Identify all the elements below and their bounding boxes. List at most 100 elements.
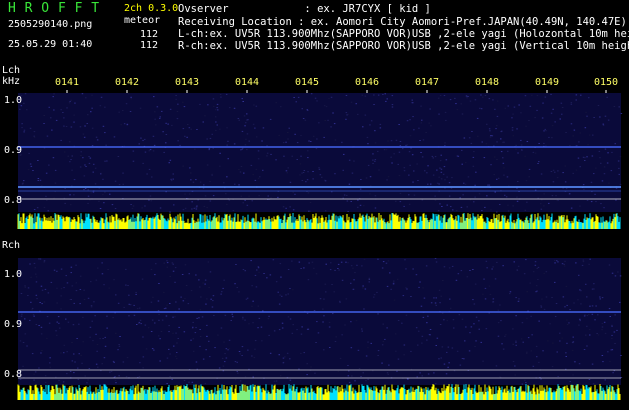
noise-speck	[494, 156, 496, 158]
noise-speck	[256, 269, 258, 271]
noise-speck	[601, 297, 604, 299]
noise-speck	[129, 304, 132, 306]
noise-speck	[461, 163, 463, 165]
noise-speck	[109, 193, 111, 195]
noise-speck	[609, 316, 611, 317]
noise-speck	[617, 271, 619, 273]
noise-speck	[82, 341, 84, 343]
noise-speck	[153, 144, 156, 146]
noise-speck	[172, 270, 175, 272]
noise-speck	[480, 108, 483, 110]
noise-speck	[31, 353, 34, 355]
noise-speck	[227, 158, 229, 160]
noise-speck	[62, 381, 65, 383]
noise-speck	[38, 258, 40, 260]
noise-speck	[142, 336, 144, 338]
noise-speck	[593, 288, 595, 290]
noise-speck	[44, 381, 47, 383]
noise-speck	[306, 110, 309, 111]
noise-speck	[534, 117, 536, 119]
noise-speck	[360, 179, 362, 180]
noise-speck	[408, 151, 411, 153]
noise-speck	[417, 180, 419, 181]
noise-speck	[583, 349, 586, 350]
noise-speck	[112, 317, 114, 319]
noise-speck	[106, 160, 108, 162]
noise-speck	[253, 357, 256, 359]
noise-speck	[440, 168, 443, 170]
noise-speck	[282, 357, 285, 359]
noise-speck	[32, 314, 35, 316]
noise-speck	[322, 321, 324, 323]
noise-speck	[534, 264, 537, 266]
noise-speck	[302, 172, 305, 173]
noise-speck	[391, 106, 394, 108]
noise-speck	[219, 152, 221, 154]
noise-speck	[425, 265, 428, 267]
noise-speck	[474, 283, 477, 285]
noise-speck	[561, 263, 564, 265]
noise-speck	[597, 314, 599, 316]
noise-speck	[43, 123, 45, 124]
noise-speck	[572, 336, 574, 338]
noise-speck	[439, 95, 442, 96]
noise-speck	[239, 171, 242, 173]
noise-speck	[81, 362, 83, 364]
noise-speck	[205, 303, 207, 305]
noise-speck	[183, 331, 186, 333]
noise-speck	[603, 173, 606, 175]
noise-speck	[377, 350, 380, 352]
noise-speck	[591, 313, 594, 315]
noise-speck	[584, 127, 587, 129]
noise-speck	[585, 334, 587, 336]
noise-speck	[269, 118, 272, 120]
noise-speck	[195, 179, 197, 181]
noise-speck	[56, 334, 58, 336]
noise-speck	[115, 382, 117, 384]
noise-speck	[415, 274, 418, 276]
noise-speck	[49, 362, 51, 364]
noise-speck	[255, 136, 258, 138]
noise-speck	[311, 261, 314, 263]
noise-speck	[455, 279, 458, 281]
noise-speck	[422, 287, 424, 289]
noise-speck	[379, 123, 382, 125]
noise-speck	[172, 173, 174, 175]
noise-speck	[346, 200, 349, 202]
noise-speck	[208, 149, 210, 151]
noise-speck	[591, 363, 594, 365]
noise-speck	[328, 326, 331, 328]
noise-speck	[536, 268, 538, 269]
noise-speck	[212, 147, 214, 149]
noise-speck	[410, 350, 412, 352]
noise-speck	[439, 160, 442, 162]
noise-speck	[514, 365, 516, 367]
noise-speck	[603, 321, 606, 323]
noise-speck	[92, 191, 95, 193]
noise-speck	[527, 337, 530, 339]
noise-speck	[254, 348, 256, 350]
noise-speck	[167, 123, 169, 125]
noise-speck	[496, 100, 499, 102]
noise-speck	[512, 328, 514, 330]
noise-speck	[486, 195, 488, 197]
noise-speck	[603, 166, 606, 168]
noise-speck	[66, 351, 68, 353]
noise-speck	[395, 200, 397, 202]
noise-speck	[494, 278, 497, 280]
noise-speck	[523, 273, 526, 275]
noise-speck	[517, 300, 520, 302]
noise-speck	[350, 201, 352, 202]
noise-speck	[148, 150, 151, 152]
noise-speck	[115, 332, 117, 334]
noise-speck	[20, 315, 23, 317]
noise-speck	[261, 140, 263, 142]
noise-speck	[427, 315, 429, 317]
noise-speck	[459, 197, 461, 199]
noise-speck	[88, 162, 91, 164]
noise-speck	[319, 298, 322, 300]
noise-speck	[184, 264, 187, 266]
noise-speck	[502, 348, 505, 350]
noise-speck	[92, 340, 94, 342]
noise-speck	[447, 346, 450, 348]
